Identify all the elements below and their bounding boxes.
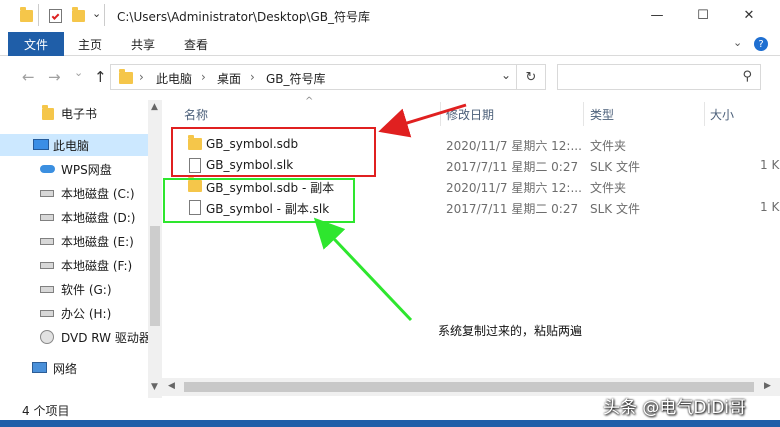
watermark: 头条 @电气DiDi哥 <box>603 398 747 418</box>
red-arrow <box>378 103 467 138</box>
annotation-note: 系统复制过来的，粘贴两遍 <box>438 324 583 338</box>
annotation-arrows <box>313 103 467 322</box>
green-arrow <box>313 217 413 322</box>
